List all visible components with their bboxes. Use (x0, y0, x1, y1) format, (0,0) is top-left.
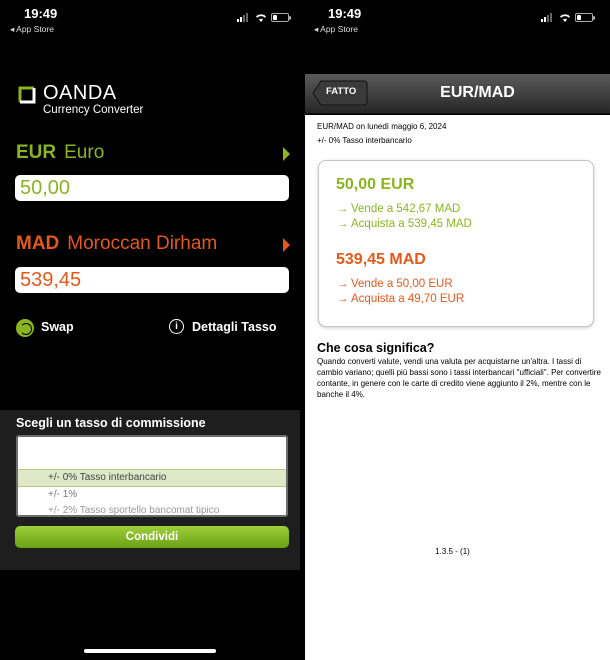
to-amount-input[interactable]: 539,45 (15, 267, 289, 293)
signal-icon (237, 12, 251, 22)
base-sell-line: → Vende a 542,67 MAD (337, 203, 460, 215)
rate-type-line: +/- 0% Tasso interbancario (317, 136, 412, 145)
explanation-body: Quando converti valute, vendi una valuta… (317, 357, 601, 399)
status-time: 19:49 (24, 6, 58, 21)
commission-option[interactable]: +/- 0% Tasso interbancario (48, 472, 167, 483)
app-version: 1.3.5 - (1) (435, 547, 470, 556)
from-amount-input[interactable]: 50,00 (15, 175, 289, 201)
battery-icon (575, 12, 595, 22)
from-currency-name: Euro (64, 142, 105, 163)
chevron-right-icon (283, 147, 290, 161)
back-to-app-store-link[interactable]: ◂ App Store (314, 24, 358, 35)
share-button[interactable]: Condividi (15, 526, 289, 548)
commission-option[interactable]: +/- 2% Tasso sportello bancomat tipico (48, 505, 219, 515)
wifi-icon (560, 13, 570, 22)
commission-title: Scegli un tasso di commissione (16, 416, 206, 430)
oanda-logo-icon (18, 86, 36, 104)
brand-subtitle: Currency Converter (43, 104, 144, 116)
rate-details-screen: 19:49 ◂ App Store FATTO EUR/MAD EUR/MAD … (305, 0, 610, 660)
swap-button[interactable]: Swap (41, 320, 74, 334)
back-to-app-store-link[interactable]: ◂ App Store (10, 24, 54, 35)
to-currency-selector[interactable]: MAD Moroccan Dirham (16, 233, 292, 257)
base-buy-line: → Acquista a 539,45 MAD (337, 218, 472, 230)
arrow-right-icon: → (337, 218, 349, 230)
to-currency-name: Moroccan Dirham (67, 233, 218, 254)
rate-date-line: EUR/MAD on lunedì maggio 6, 2024 (317, 122, 447, 131)
arrow-right-icon: → (337, 293, 349, 305)
quote-amount: 539,45 MAD (336, 251, 426, 268)
quote-buy-line: → Acquista a 49,70 EUR (337, 293, 464, 305)
wifi-icon (256, 13, 266, 22)
rate-card: 50,00 EUR → Vende a 542,67 MAD → Acquista … (318, 160, 594, 327)
status-icons (237, 12, 291, 22)
rate-details-button[interactable]: Dettagli Tasso (192, 320, 277, 334)
base-buy-text: Acquista a 539,45 MAD (351, 218, 472, 230)
from-currency-code: EUR (16, 142, 57, 163)
arrow-right-icon: → (337, 278, 349, 290)
status-icons (541, 12, 595, 22)
signal-icon (541, 12, 555, 22)
brand-name: OANDA (43, 82, 117, 104)
info-icon[interactable]: i (169, 319, 184, 334)
quote-sell-text: Vende a 50,00 EUR (351, 278, 453, 290)
chevron-right-icon (283, 238, 290, 252)
arrow-right-icon: → (337, 203, 349, 215)
battery-icon (271, 12, 291, 22)
swap-icon[interactable] (16, 319, 34, 337)
quote-sell-line: → Vende a 50,00 EUR (337, 278, 453, 290)
from-currency-selector[interactable]: EUR Euro (16, 142, 292, 166)
converter-screen: 19:49 ◂ App Store OANDA Currency Convert… (0, 0, 300, 660)
home-indicator[interactable] (389, 649, 521, 653)
rate-details-sheet: EUR/MAD on lunedì maggio 6, 2024 +/- 0% … (305, 115, 610, 660)
quote-buy-text: Acquista a 49,70 EUR (351, 293, 465, 305)
base-amount: 50,00 EUR (336, 176, 415, 193)
commission-option[interactable]: +/- 1% (48, 489, 77, 500)
nav-title: EUR/MAD (440, 84, 515, 101)
base-sell-text: Vende a 542,67 MAD (351, 203, 461, 215)
home-indicator[interactable] (84, 649, 216, 653)
explanation-title: Che cosa significa? (317, 341, 435, 355)
commission-picker[interactable]: +/- 0% Tasso interbancario +/- 1% +/- 2%… (16, 435, 288, 517)
picker-blank-area (18, 437, 286, 469)
status-time: 19:49 (328, 6, 362, 21)
to-currency-code: MAD (16, 233, 60, 254)
